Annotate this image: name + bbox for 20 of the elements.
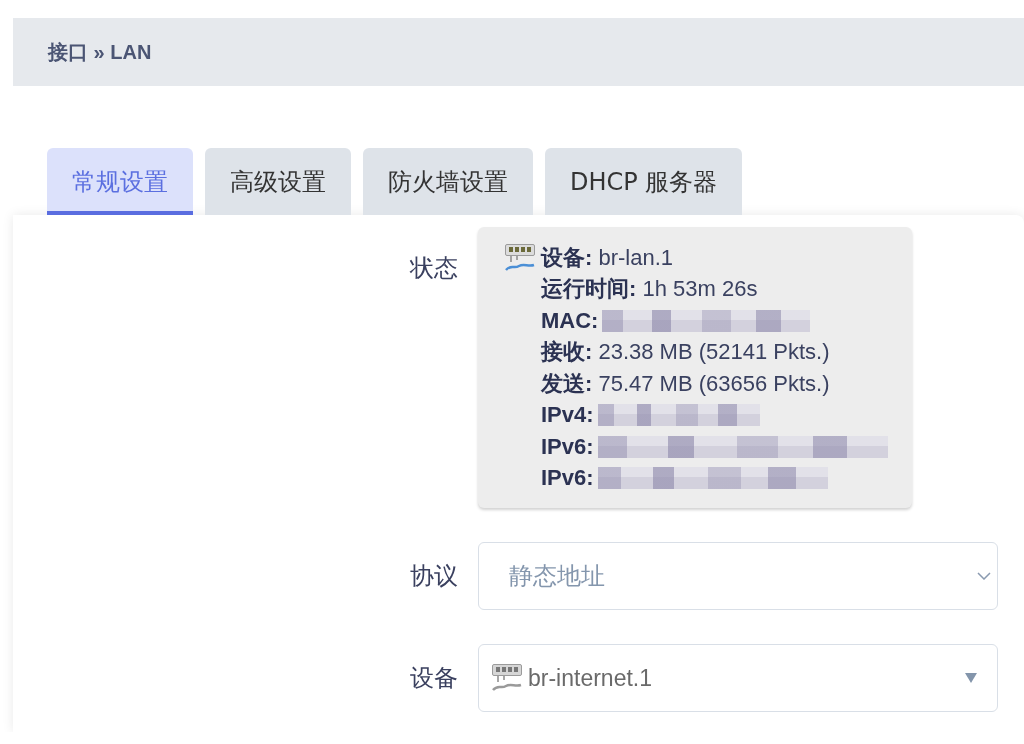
tab[interactable]: 防火墙设置	[363, 148, 533, 215]
chevron-down-icon	[977, 572, 991, 580]
status-line: 发送: 75.47 MB (63656 Pkts.)	[541, 369, 830, 398]
network-port-icon	[505, 244, 535, 272]
field-label: 设备	[410, 663, 458, 694]
status-line: 运行时间: 1h 53m 26s	[541, 275, 758, 304]
page-title: 接口 » LAN	[48, 39, 152, 65]
status-line: 设备: br-lan.1	[541, 243, 674, 272]
tab[interactable]: DHCP 服务器	[545, 148, 743, 215]
tab[interactable]: 高级设置	[205, 148, 351, 215]
field-label: 协议	[410, 561, 458, 592]
status-line: IPv6:	[541, 433, 594, 460]
network-port-icon	[492, 664, 522, 692]
status-line: IPv6:	[541, 465, 594, 492]
caret-down-icon	[965, 673, 977, 683]
status-line: MAC:	[541, 307, 599, 334]
status-line: 接收: 23.38 MB (52141 Pkts.)	[541, 338, 830, 367]
field-label: 状态	[410, 253, 458, 284]
status-line: IPv4:	[541, 402, 594, 429]
dropdown[interactable]: br-internet.1	[478, 644, 998, 712]
